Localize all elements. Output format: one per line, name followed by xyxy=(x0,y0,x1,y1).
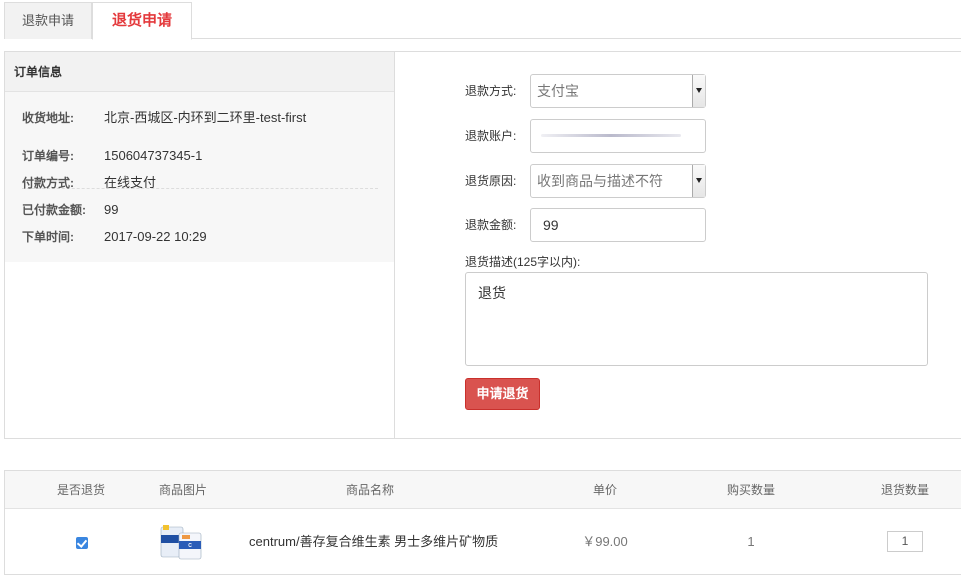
order-info-title: 订单信息 xyxy=(5,52,394,92)
blurred-account-text xyxy=(541,134,681,137)
return-reason-label: 退货原因: xyxy=(465,174,517,188)
table-row: C centrum/善存复合维生素 男士多维片矿物质 ￥99.00 1 1 xyxy=(5,509,961,575)
order-no-value: 150604737345-1 xyxy=(104,148,203,163)
col-header-qty: 购买数量 xyxy=(726,483,775,497)
svg-text:C: C xyxy=(188,543,192,549)
order-time-label: 下单时间: xyxy=(22,230,74,244)
order-time-value: 2017-09-22 10:29 xyxy=(104,229,207,244)
refund-method-value: 支付宝 xyxy=(537,83,579,99)
return-qty-input[interactable]: 1 xyxy=(887,531,923,552)
col-header-return-qty: 退货数量 xyxy=(880,483,929,497)
refund-account-input[interactable] xyxy=(530,119,706,153)
refund-amount-input[interactable]: 99 xyxy=(530,208,706,242)
order-no-label: 订单编号: xyxy=(22,149,74,163)
tab-bar: 退款申请 退货申请 xyxy=(4,0,961,40)
return-form: 退款方式: 支付宝 退款账户: 退货原因: 收到商品与描述不符 退款金额: 99… xyxy=(395,52,961,438)
return-reason-select[interactable]: 收到商品与描述不符 xyxy=(530,164,706,198)
product-price: ￥99.00 xyxy=(582,534,628,549)
purchase-qty: 1 xyxy=(747,534,755,549)
apply-return-button[interactable]: 申请退货 xyxy=(465,378,540,410)
paid-amount-label: 已付款金额: xyxy=(22,203,86,217)
return-desc-textarea[interactable]: 退货 xyxy=(465,272,928,366)
refund-amount-label: 退款金额: xyxy=(465,218,517,232)
paid-amount-value: 99 xyxy=(104,202,119,217)
address-value: 北京-西城区-内环到二环里-test-first xyxy=(104,110,307,125)
product-name[interactable]: centrum/善存复合维生素 男士多维片矿物质 xyxy=(249,509,509,575)
product-image[interactable]: C xyxy=(159,521,204,563)
tab-refund-request[interactable]: 退款申请 xyxy=(4,2,92,39)
order-info-body: 收货地址: 北京-西城区-内环到二环里-test-first 订单编号: 150… xyxy=(5,92,394,262)
dropdown-arrow-icon[interactable] xyxy=(692,75,705,107)
dropdown-arrow-icon[interactable] xyxy=(692,165,705,197)
pay-method-label: 付款方式: xyxy=(22,176,74,190)
col-header-price: 单价 xyxy=(592,483,617,497)
col-header-image: 商品图片 xyxy=(158,483,207,497)
return-reason-value: 收到商品与描述不符 xyxy=(537,173,663,189)
product-table: 是否退货 商品图片 商品名称 单价 购买数量 退货数量 C centrum/善存… xyxy=(4,470,961,575)
order-info-panel: 订单信息 收货地址: 北京-西城区-内环到二环里-test-first 订单编号… xyxy=(5,52,395,438)
return-desc-label: 退货描述(125字以内): xyxy=(465,255,581,269)
return-form-panel: 订单信息 收货地址: 北京-西城区-内环到二环里-test-first 订单编号… xyxy=(4,51,961,439)
pay-method-value: 在线支付 xyxy=(104,175,157,190)
refund-method-select[interactable]: 支付宝 xyxy=(530,74,706,108)
refund-account-label: 退款账户: xyxy=(465,129,517,143)
address-label: 收货地址: xyxy=(22,111,74,125)
table-header: 是否退货 商品图片 商品名称 单价 购买数量 退货数量 xyxy=(5,471,961,509)
refund-method-label: 退款方式: xyxy=(465,84,517,98)
tab-return-request[interactable]: 退货申请 xyxy=(92,2,192,40)
col-header-return: 是否退货 xyxy=(56,483,105,497)
col-header-name: 商品名称 xyxy=(345,483,394,497)
return-checkbox[interactable] xyxy=(76,537,88,549)
